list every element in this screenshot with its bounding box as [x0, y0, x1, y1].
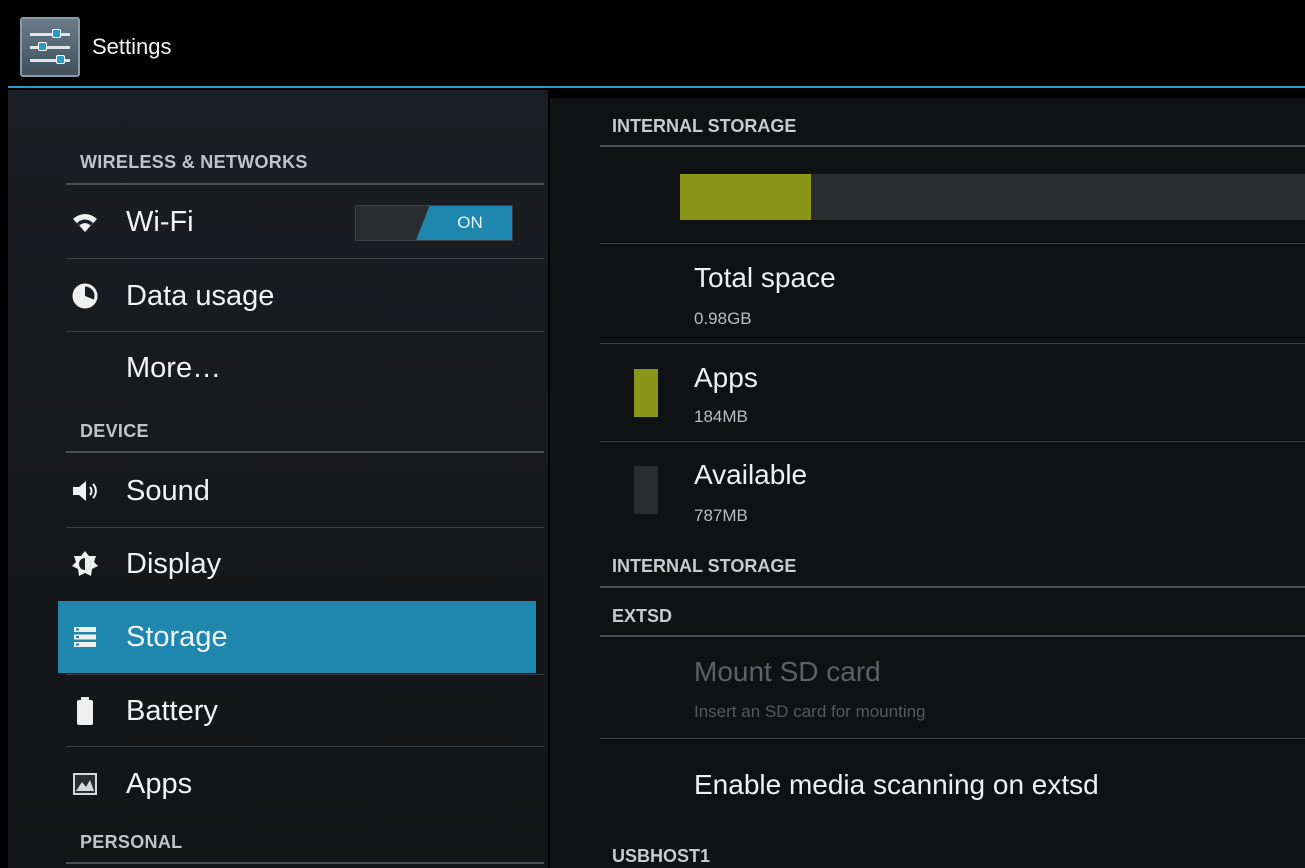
sidebar-item-data-usage[interactable]: Data usage [58, 260, 536, 332]
available-color-swatch [634, 466, 658, 514]
sidebar-item-label: Wi-Fi [126, 205, 194, 238]
sidebar-item-label: Battery [126, 694, 218, 727]
sidebar-item-storage[interactable]: Storage [58, 601, 536, 673]
divider [66, 451, 544, 453]
speaker-icon [64, 478, 106, 504]
brightness-icon [64, 550, 106, 578]
divider [66, 862, 544, 864]
sidebar-item-label: Data usage [126, 279, 275, 312]
sidebar-item-label: Storage [126, 620, 228, 653]
storage-usage-bar [680, 174, 1305, 220]
storage-icon [64, 625, 106, 649]
divider [600, 586, 1305, 588]
sidebar-item-sound[interactable]: Sound [58, 455, 536, 527]
section-header-usbhost1: USBHOST1 [612, 846, 711, 866]
total-space-value: 0.98GB [694, 309, 752, 328]
available-storage-title: Available [694, 459, 808, 490]
sidebar-item-label: Display [126, 547, 222, 580]
sidebar-item-battery[interactable]: Battery [58, 675, 536, 747]
media-scanning-extsd-option[interactable]: Enable media scanning on extsd [694, 769, 1099, 801]
section-header-personal: PERSONAL [80, 832, 183, 852]
sidebar-item-label: More… [126, 351, 222, 384]
wifi-toggle[interactable]: ON [355, 205, 513, 241]
divider [600, 243, 1305, 244]
data-usage-icon [64, 282, 106, 310]
action-bar: Settings [8, 8, 1305, 88]
section-header-device: DEVICE [80, 421, 149, 441]
mount-sd-card-title[interactable]: Mount SD card [694, 656, 881, 688]
apps-icon [64, 771, 106, 797]
battery-icon [64, 696, 106, 726]
apps-storage-value: 184MB [694, 407, 748, 426]
section-header-wireless: WIRELESS & NETWORKS [80, 152, 308, 172]
sidebar-item-label: Apps [126, 767, 193, 800]
divider [600, 343, 1305, 344]
divider [600, 738, 1305, 739]
wifi-icon [64, 210, 106, 234]
total-space-title: Total space [694, 262, 836, 293]
settings-sliders-icon[interactable] [20, 17, 80, 77]
sidebar-item-label: Sound [126, 474, 210, 507]
section-header-internal-storage-2: INTERNAL STORAGE [612, 556, 797, 576]
section-header-extsd: EXTSD [612, 606, 673, 626]
divider [66, 183, 544, 185]
divider [600, 635, 1305, 637]
sidebar-item-apps[interactable]: Apps [58, 748, 536, 820]
page-title: Settings [92, 34, 172, 59]
sidebar-item-display[interactable]: Display [58, 528, 536, 600]
apps-storage-title: Apps [694, 362, 758, 393]
apps-color-swatch [634, 369, 658, 417]
toggle-state: ON [416, 206, 512, 240]
divider [66, 746, 544, 747]
mount-sd-card-summary: Insert an SD card for mounting [694, 702, 926, 721]
divider [600, 145, 1305, 147]
storage-usage-fill-apps [680, 174, 812, 220]
divider [600, 441, 1305, 442]
available-storage-value: 787MB [694, 506, 748, 525]
section-header-internal-storage: INTERNAL STORAGE [612, 116, 797, 136]
sidebar-item-more[interactable]: More… [58, 332, 536, 404]
divider [66, 258, 544, 259]
